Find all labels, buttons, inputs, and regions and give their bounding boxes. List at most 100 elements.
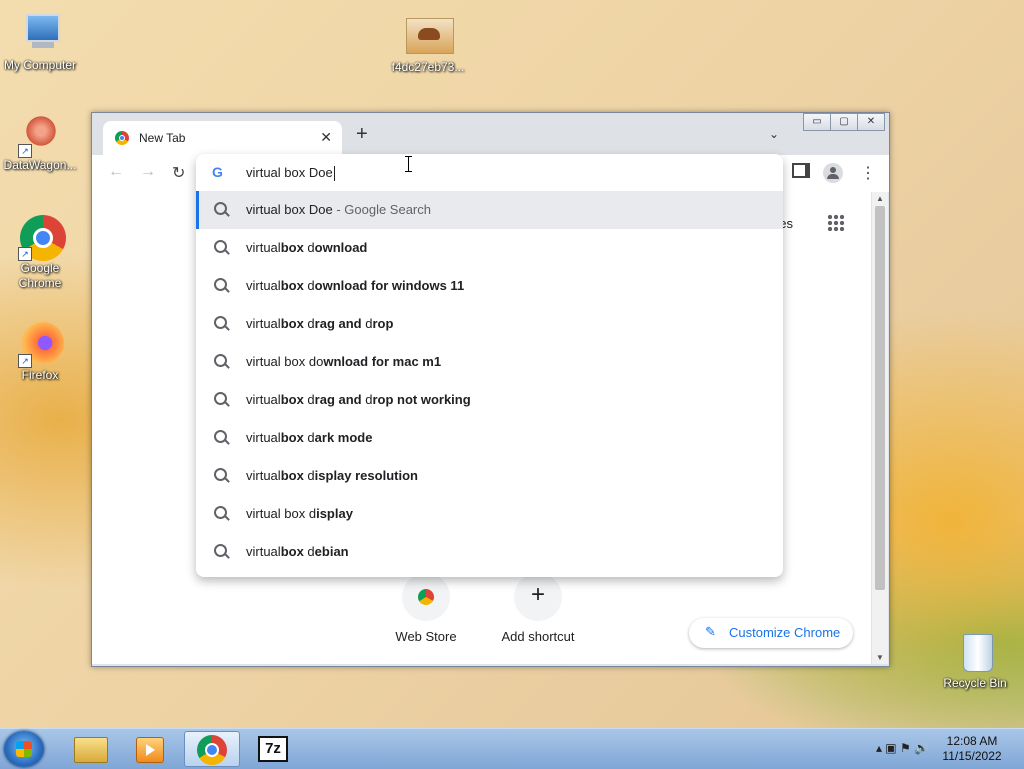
- suggestion-text: virtual box Doe - Google Search: [246, 202, 431, 217]
- profile-avatar-icon[interactable]: [823, 163, 843, 183]
- maximize-button[interactable]: ▢: [830, 113, 858, 131]
- scroll-down-arrow-icon[interactable]: ▼: [872, 653, 888, 662]
- desktop-icon-label: Firefox: [21, 368, 59, 382]
- tab-search-chevron-icon[interactable]: ⌄: [769, 127, 779, 141]
- tab-close-icon[interactable]: ✕: [320, 129, 332, 146]
- taskbar-explorer-button[interactable]: [62, 731, 118, 767]
- shortcut-arrow-icon: ↗: [18, 247, 32, 261]
- omnibox[interactable]: G virtual box Doe: [196, 154, 783, 191]
- desktop-icon-image-file[interactable]: f4dc27eb73...: [388, 14, 468, 75]
- omnibox-suggestion[interactable]: virtualbox drag and drop not working: [196, 381, 783, 419]
- omnibox-suggestion[interactable]: virtualbox debian: [196, 533, 783, 571]
- suggestion-text-part: isplay resolution: [314, 468, 418, 483]
- shortcut-add[interactable]: + Add shortcut: [493, 573, 583, 644]
- text-caret: [333, 166, 335, 182]
- back-button[interactable]: ←: [108, 163, 124, 181]
- page-scrollbar[interactable]: ▲ ▼: [872, 192, 888, 664]
- desktop-icon-my-computer[interactable]: My Computer: [0, 12, 80, 73]
- desktop-icon-recycle-bin[interactable]: Recycle Bin: [935, 630, 1015, 691]
- shortcut-arrow-icon: ↗: [18, 354, 32, 368]
- customize-chrome-button[interactable]: ✎ Customize Chrome: [689, 618, 853, 648]
- customize-chrome-label: Customize Chrome: [729, 625, 841, 640]
- suggestion-text: virtualbox download: [246, 240, 367, 255]
- forward-button[interactable]: →: [140, 163, 156, 181]
- start-button[interactable]: [4, 731, 44, 767]
- omnibox-input[interactable]: virtual box Doe: [246, 165, 335, 182]
- clock[interactable]: 12:08 AM 11/15/2022: [932, 734, 1012, 764]
- suggestion-text-part: rag and: [314, 392, 366, 407]
- shortcut-label: Add shortcut: [501, 629, 575, 644]
- suggestion-text-part: ark mode: [314, 430, 373, 445]
- close-window-button[interactable]: ✕: [857, 113, 885, 131]
- suggestion-text-part: virtual box do: [246, 354, 324, 369]
- suggestion-text-part: box: [280, 468, 304, 483]
- tab-new-tab[interactable]: New Tab ✕: [103, 121, 342, 155]
- add-shortcut-plus-icon: +: [514, 573, 562, 621]
- omnibox-suggestion[interactable]: virtualbox download for windows 11: [196, 267, 783, 305]
- taskbar-media-player-button[interactable]: [122, 731, 178, 767]
- suggestion-text-part: box: [280, 316, 304, 331]
- search-icon: [214, 278, 227, 291]
- tray-icons[interactable]: ▴ ▣ ⚑ 🔊: [876, 741, 929, 755]
- side-panel-icon[interactable]: [792, 163, 810, 181]
- reload-button[interactable]: ↻: [172, 163, 185, 183]
- search-icon: [214, 468, 227, 481]
- google-apps-grid-icon[interactable]: [827, 214, 845, 232]
- taskbar-7zip-button[interactable]: 7z: [246, 731, 302, 767]
- omnibox-suggestion[interactable]: virtual box Doe - Google Search: [196, 191, 783, 229]
- suggestion-text-part: virtual box d: [246, 506, 317, 521]
- suggestion-text-part: rag and: [314, 316, 366, 331]
- clock-time: 12:08 AM: [946, 734, 998, 748]
- taskbar-chrome-button[interactable]: [184, 731, 240, 767]
- suggestion-text-part: virtual box Doe: [246, 202, 333, 217]
- desktop-icon-label: Recycle Bin: [943, 676, 1007, 690]
- 7zip-icon: 7z: [258, 736, 288, 762]
- omnibox-suggestion[interactable]: virtualbox download: [196, 229, 783, 267]
- clock-date: 11/15/2022: [942, 749, 1002, 763]
- suggestion-text-part: virtual: [246, 278, 281, 293]
- folder-icon: [74, 737, 108, 763]
- search-icon: [214, 316, 227, 329]
- omnibox-suggestion[interactable]: virtualbox display resolution: [196, 457, 783, 495]
- suggestion-text-part: d: [303, 316, 315, 331]
- suggestion-text-part: d: [303, 392, 315, 407]
- omnibox-suggestion[interactable]: virtual box display: [196, 495, 783, 533]
- suggestion-text-part: box: [280, 392, 304, 407]
- shortcut-label: Web Store: [395, 629, 457, 644]
- suggestion-description: - Google Search: [332, 202, 431, 217]
- desktop-icon-datawagon[interactable]: ↗ DataWagon...: [0, 112, 80, 173]
- search-icon: [214, 202, 227, 215]
- suggestion-text-part: wnload for mac m1: [323, 354, 442, 369]
- taskbar: 7z ▴ ▣ ⚑ 🔊 12:08 AM 11/15/2022: [0, 728, 1024, 769]
- omnibox-dropdown: G virtual box Doe virtual box Doe - Goog…: [196, 154, 783, 577]
- desktop-icon-google-chrome[interactable]: ↗ Google Chrome: [0, 215, 80, 291]
- scrollbar-thumb[interactable]: [875, 206, 885, 590]
- suggestion-text-part: box: [280, 240, 304, 255]
- scroll-up-arrow-icon[interactable]: ▲: [872, 194, 888, 203]
- chrome-menu-icon[interactable]: ⋮: [860, 163, 876, 183]
- shortcut-web-store[interactable]: Web Store: [381, 573, 471, 644]
- minimize-button[interactable]: ▭: [803, 113, 831, 131]
- pencil-icon: ✎: [705, 624, 716, 639]
- suggestion-text: virtualbox display resolution: [246, 468, 418, 483]
- suggestion-text: virtualbox drag and drop not working: [246, 392, 471, 407]
- omnibox-suggestion[interactable]: virtualbox dark mode: [196, 419, 783, 457]
- suggestion-text: virtualbox dark mode: [246, 430, 372, 445]
- omnibox-suggestion[interactable]: virtual box download for mac m1: [196, 343, 783, 381]
- suggestion-text: virtualbox debian: [246, 544, 349, 559]
- search-icon: [214, 354, 227, 367]
- suggestion-text-part: box: [280, 544, 304, 559]
- media-player-icon: [136, 737, 164, 763]
- new-tab-button[interactable]: +: [356, 124, 368, 144]
- chrome-icon: [197, 735, 227, 765]
- suggestion-text-part: ebian: [314, 544, 349, 559]
- desktop-icon-label: My Computer: [3, 58, 77, 72]
- suggestion-text-part: box: [280, 430, 304, 445]
- suggestion-text-part: rop: [372, 316, 394, 331]
- desktop-icon-firefox[interactable]: ↗ Firefox: [0, 322, 80, 383]
- omnibox-suggestion[interactable]: virtualbox drag and drop: [196, 305, 783, 343]
- system-tray: ▴ ▣ ⚑ 🔊 12:08 AM 11/15/2022: [824, 729, 1024, 769]
- suggestion-text-part: ownload: [314, 240, 368, 255]
- suggestion-text-part: rop not working: [372, 392, 471, 407]
- computer-icon: [18, 12, 62, 56]
